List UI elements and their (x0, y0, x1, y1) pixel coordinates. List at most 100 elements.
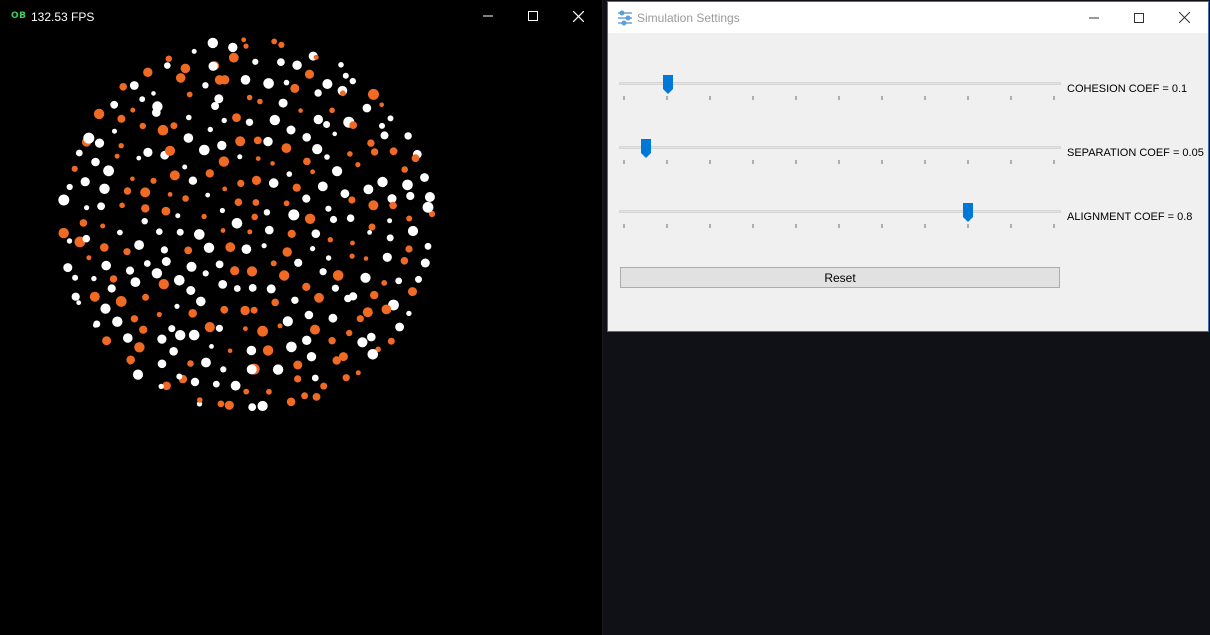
boid-particle (196, 296, 206, 307)
simulation-canvas[interactable] (0, 32, 603, 635)
minimize-icon (483, 15, 493, 17)
boid-particle (202, 270, 209, 277)
boid-particle (232, 113, 241, 122)
settings-minimize-button[interactable] (1071, 2, 1117, 33)
boid-particle (292, 60, 302, 70)
boid-particle (151, 268, 163, 279)
boid-particle (270, 260, 277, 267)
boid-particle (164, 145, 176, 156)
boid-particle (167, 192, 173, 197)
boid-particle (247, 229, 253, 235)
boid-particle (313, 54, 319, 60)
boid-particle (283, 79, 290, 86)
boid-particle (381, 304, 392, 315)
boid-particle (286, 341, 297, 353)
cohesion-slider-thumb[interactable] (662, 75, 673, 95)
boid-particle (129, 81, 139, 90)
boid-particle (143, 147, 153, 157)
boid-particle (282, 247, 292, 257)
boid-particle (143, 67, 153, 77)
boid-particle (63, 263, 73, 273)
boid-particle (325, 255, 332, 261)
boid-particle (302, 282, 311, 291)
boid-particle (411, 154, 420, 163)
simulation-window: OB 132.53 FPS (0, 0, 603, 635)
boid-particle (406, 310, 412, 317)
boid-particle (240, 75, 251, 85)
boid-particle (248, 403, 257, 411)
boid-particle (201, 357, 211, 368)
separation-label: SEPARATION COEF = 0.05 (1067, 147, 1204, 159)
boid-particle (66, 183, 73, 191)
boid-particle (389, 147, 398, 156)
boid-particle (130, 315, 139, 323)
boid-particle (218, 280, 228, 289)
boid-particle (303, 157, 311, 166)
settings-window: Simulation Settings COHESION COEF = 0.1 … (607, 1, 1209, 332)
boid-particle (367, 349, 379, 360)
close-icon (1178, 12, 1190, 23)
reset-button[interactable]: Reset (620, 267, 1060, 288)
simulation-titlebar[interactable]: OB 132.53 FPS (0, 0, 603, 32)
boid-particle (400, 257, 409, 265)
boid-particle (228, 42, 238, 53)
boid-particle (243, 326, 248, 332)
boid-particle (248, 284, 257, 292)
settings-close-button[interactable] (1161, 2, 1207, 33)
boid-particle (126, 355, 135, 365)
boid-particle (277, 58, 285, 66)
boid-particle (255, 156, 261, 161)
boid-particle (161, 257, 171, 266)
boid-particle (132, 369, 144, 380)
boid-particle (156, 311, 162, 318)
boid-particle (253, 136, 262, 145)
boid-particle (186, 91, 193, 98)
boid-particle (401, 166, 409, 173)
slider-thumb-shape (662, 75, 673, 94)
boid-particle (346, 329, 353, 337)
boid-particle (368, 223, 376, 231)
boid-particle (415, 275, 422, 283)
boid-particle (302, 335, 312, 345)
boid-particle (263, 78, 274, 89)
settings-maximize-button[interactable] (1116, 2, 1162, 33)
boid-particle (251, 175, 262, 185)
boid-particle (317, 181, 328, 192)
boid-particle (389, 201, 397, 210)
boid-particle (310, 246, 316, 252)
close-icon (572, 10, 584, 22)
boid-particle (112, 128, 117, 134)
boid-particle (294, 375, 302, 383)
boid-particle (109, 275, 118, 283)
boid-particle (329, 215, 338, 224)
boid-particle (272, 364, 284, 375)
boid-particle (312, 144, 323, 155)
boid-particle (117, 114, 126, 123)
boid-particle (186, 114, 192, 121)
maximize-button[interactable] (510, 0, 556, 32)
boid-particle (71, 165, 78, 172)
boid-particle (217, 400, 225, 408)
boid-particle (141, 218, 148, 225)
boid-particle (298, 108, 303, 113)
boid-particle (188, 176, 198, 185)
minimize-icon (1089, 17, 1099, 18)
settings-titlebar[interactable]: Simulation Settings (608, 2, 1208, 33)
boid-particle (230, 380, 241, 391)
boid-particle (107, 284, 116, 293)
boid-particle (328, 313, 338, 323)
minimize-button[interactable] (465, 0, 511, 32)
alignment-slider-thumb[interactable] (963, 203, 974, 223)
boid-particle (346, 214, 355, 222)
boid-particle (102, 336, 112, 346)
separation-slider-thumb[interactable] (640, 139, 651, 159)
boid-particle (271, 38, 278, 45)
boid-particle (332, 131, 338, 137)
boid-particle (310, 324, 320, 335)
close-button[interactable] (555, 0, 601, 32)
boid-particle (360, 272, 371, 283)
slider-thumb-shape (640, 139, 651, 158)
boid-particle (119, 83, 127, 91)
boid-particle (286, 125, 296, 135)
boid-particle (355, 162, 361, 168)
